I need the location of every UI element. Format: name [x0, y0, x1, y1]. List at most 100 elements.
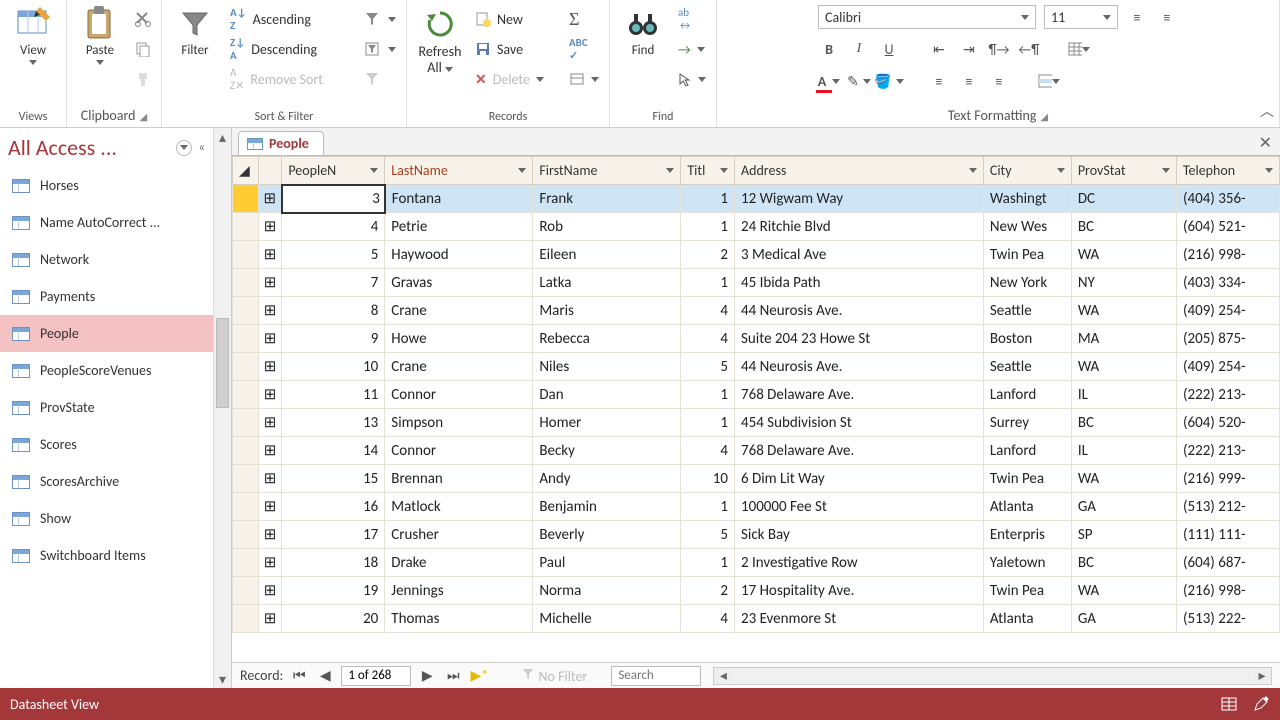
new-record-nav-button[interactable]: ▶* [469, 667, 489, 685]
dialog-launcher-icon[interactable]: ◢ [140, 110, 148, 123]
highlight-button[interactable]: ✎ [848, 70, 870, 92]
cell-peoplen[interactable]: 7 [282, 269, 385, 297]
cell-provstate[interactable]: WA [1071, 241, 1176, 269]
nav-header[interactable]: All Access ... « [0, 128, 213, 167]
cell-city[interactable]: New Wes [983, 213, 1071, 241]
cell-lastname[interactable]: Crane [385, 297, 533, 325]
cell-title[interactable]: 10 [681, 465, 735, 493]
decrease-indent-button[interactable]: ⇤ [928, 38, 950, 60]
datasheet-view-switch[interactable] [1220, 695, 1238, 713]
cell-telephone[interactable]: (404) 356- [1176, 185, 1279, 213]
cell-city[interactable]: New York [983, 269, 1071, 297]
cell-lastname[interactable]: Thomas [385, 605, 533, 633]
scroll-thumb[interactable] [216, 318, 229, 408]
table-row[interactable]: ⊞9HoweRebecca4Suite 204 23 Howe StBoston… [233, 325, 1280, 353]
cell-city[interactable]: Enterpris [983, 521, 1071, 549]
cell-provstate[interactable]: SP [1071, 521, 1176, 549]
cell-address[interactable]: 24 Ritchie Blvd [734, 213, 983, 241]
cell-city[interactable]: Surrey [983, 409, 1071, 437]
row-selector[interactable] [233, 409, 259, 437]
row-selector[interactable] [233, 493, 259, 521]
expand-row-button[interactable]: ⊞ [258, 185, 282, 213]
cell-firstname[interactable]: Rob [533, 213, 681, 241]
rtl-button[interactable]: ←¶ [1018, 38, 1040, 60]
cell-title[interactable]: 4 [681, 325, 735, 353]
cell-lastname[interactable]: Jennings [385, 577, 533, 605]
alt-row-color-button[interactable] [1038, 70, 1060, 92]
cell-telephone[interactable]: (205) 875- [1176, 325, 1279, 353]
cell-firstname[interactable]: Benjamin [533, 493, 681, 521]
last-record-button[interactable]: ⏭ [443, 667, 463, 685]
bullets-button[interactable]: ≡ [1126, 6, 1148, 28]
copy-button[interactable] [131, 36, 155, 62]
row-selector[interactable] [233, 185, 259, 213]
cell-address[interactable]: 6 Dim Lit Way [734, 465, 983, 493]
column-header-telephon[interactable]: Telephon [1176, 157, 1279, 185]
prev-record-button[interactable]: ◀ [315, 667, 335, 685]
tab-people[interactable]: People [238, 131, 324, 155]
nav-item-switchboard-items[interactable]: Switchboard Items [0, 537, 213, 574]
cell-provstate[interactable]: WA [1071, 297, 1176, 325]
expand-row-button[interactable]: ⊞ [258, 437, 282, 465]
format-painter-button[interactable] [131, 66, 155, 92]
cell-telephone[interactable]: (403) 334- [1176, 269, 1279, 297]
select-button[interactable] [674, 66, 710, 92]
cell-provstate[interactable]: NY [1071, 269, 1176, 297]
design-view-switch[interactable] [1252, 695, 1270, 713]
cell-firstname[interactable]: Andy [533, 465, 681, 493]
cell-peoplen[interactable]: 4 [282, 213, 385, 241]
cell-address[interactable]: 768 Delaware Ave. [734, 381, 983, 409]
cell-address[interactable]: 2 Investigative Row [734, 549, 983, 577]
row-selector[interactable] [233, 605, 259, 633]
row-selector[interactable] [233, 213, 259, 241]
cell-firstname[interactable]: Michelle [533, 605, 681, 633]
column-header-titl[interactable]: Titl [681, 157, 735, 185]
cell-city[interactable]: Seattle [983, 353, 1071, 381]
cell-title[interactable]: 1 [681, 185, 735, 213]
row-selector[interactable] [233, 241, 259, 269]
font-size-combo[interactable]: 11 [1044, 5, 1118, 29]
cell-city[interactable]: Boston [983, 325, 1071, 353]
cell-address[interactable]: 44 Neurosis Ave. [734, 297, 983, 325]
new-record-button[interactable]: New [471, 6, 561, 32]
cell-firstname[interactable]: Paul [533, 549, 681, 577]
row-selector[interactable] [233, 381, 259, 409]
datasheet-grid[interactable]: ◢PeopleNLastNameFirstNameTitlAddressCity… [232, 156, 1280, 662]
cell-telephone[interactable]: (513) 212- [1176, 493, 1279, 521]
cell-peoplen[interactable]: 17 [282, 521, 385, 549]
cell-firstname[interactable]: Becky [533, 437, 681, 465]
cell-peoplen[interactable]: 5 [282, 241, 385, 269]
row-selector[interactable] [233, 437, 259, 465]
nav-item-horses[interactable]: Horses [0, 167, 213, 204]
goto-button[interactable]: → [674, 36, 710, 62]
collapse-ribbon-button[interactable]: ︿ [1260, 101, 1274, 121]
cell-firstname[interactable]: Rebecca [533, 325, 681, 353]
paste-button[interactable]: Paste [73, 4, 127, 65]
expand-row-button[interactable]: ⊞ [258, 605, 282, 633]
cell-telephone[interactable]: (216) 999- [1176, 465, 1279, 493]
cell-peoplen[interactable]: 15 [282, 465, 385, 493]
nav-scrollbar[interactable]: ▴ ▾ [213, 128, 231, 688]
cell-title[interactable]: 1 [681, 269, 735, 297]
cell-provstate[interactable]: WA [1071, 465, 1176, 493]
cell-telephone[interactable]: (604) 521- [1176, 213, 1279, 241]
cell-peoplen[interactable]: 18 [282, 549, 385, 577]
cell-title[interactable]: 1 [681, 381, 735, 409]
advanced-filter-button[interactable] [360, 36, 400, 62]
cell-city[interactable]: Atlanta [983, 605, 1071, 633]
expand-row-button[interactable]: ⊞ [258, 549, 282, 577]
cell-firstname[interactable]: Homer [533, 409, 681, 437]
cell-telephone[interactable]: (409) 254- [1176, 353, 1279, 381]
table-row[interactable]: ⊞10CraneNiles544 Neurosis Ave.SeattleWA(… [233, 353, 1280, 381]
nav-item-people[interactable]: People [0, 315, 213, 352]
cell-lastname[interactable]: Haywood [385, 241, 533, 269]
column-header-city[interactable]: City [983, 157, 1071, 185]
cell-telephone[interactable]: (216) 998- [1176, 577, 1279, 605]
cell-provstate[interactable]: BC [1071, 549, 1176, 577]
font-family-combo[interactable]: Calibri [818, 5, 1036, 29]
cell-title[interactable]: 5 [681, 353, 735, 381]
cell-provstate[interactable]: MA [1071, 325, 1176, 353]
cell-lastname[interactable]: Gravas [385, 269, 533, 297]
nav-item-show[interactable]: Show [0, 500, 213, 537]
cell-address[interactable]: 454 Subdivision St [734, 409, 983, 437]
